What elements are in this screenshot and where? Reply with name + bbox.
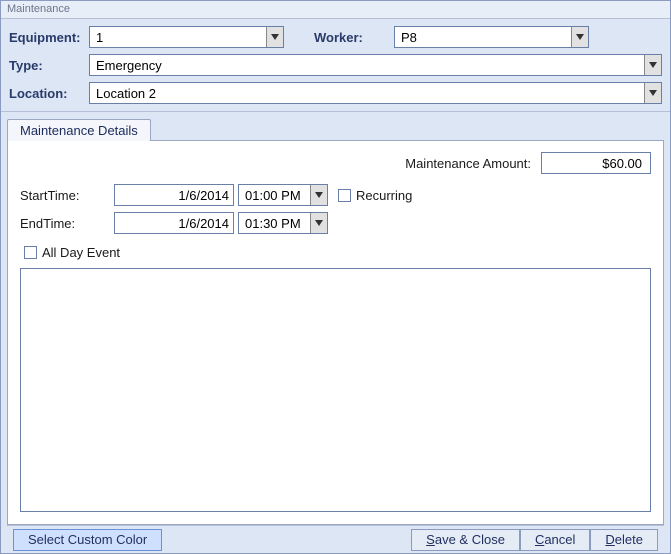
location-value: Location 2 [90, 86, 644, 101]
tab-strip: Maintenance Details [7, 116, 664, 140]
chevron-down-icon [576, 34, 584, 40]
start-time-value: 01:00 PM [239, 188, 310, 203]
tab-area: Maintenance Details Maintenance Amount: … [1, 112, 670, 553]
location-label: Location: [9, 86, 89, 101]
amount-label: Maintenance Amount: [405, 156, 531, 171]
end-date-value: 1/6/2014 [178, 216, 229, 231]
location-combo[interactable]: Location 2 [89, 82, 662, 104]
footer-bar: Select Custom Color Save & Close Cancel … [7, 525, 664, 553]
cancel-button[interactable]: Cancel [520, 529, 590, 551]
recurring-checkbox[interactable] [338, 189, 351, 202]
amount-value: $60.00 [602, 156, 642, 171]
maintenance-window: Maintenance Equipment: 1 Worker: P8 Type… [0, 0, 671, 554]
allday-label: All Day Event [42, 245, 120, 260]
worker-label: Worker: [284, 30, 394, 45]
start-date-value: 1/6/2014 [178, 188, 229, 203]
equipment-combo[interactable]: 1 [89, 26, 284, 48]
allday-checkbox[interactable] [24, 246, 37, 259]
chevron-down-icon [649, 62, 657, 68]
start-time-combo[interactable]: 01:00 PM [238, 184, 328, 206]
chevron-down-icon [315, 192, 323, 198]
endtime-label: EndTime: [20, 216, 110, 231]
end-time-value: 01:30 PM [239, 216, 310, 231]
tab-maintenance-details[interactable]: Maintenance Details [7, 119, 151, 141]
chevron-down-icon [315, 220, 323, 226]
type-dropdown-button[interactable] [644, 55, 661, 75]
equipment-dropdown-button[interactable] [266, 27, 283, 47]
recurring-label: Recurring [356, 188, 412, 203]
window-title: Maintenance [1, 1, 670, 19]
equipment-value: 1 [90, 30, 266, 45]
starttime-label: StartTime: [20, 188, 110, 203]
end-time-dropdown-button[interactable] [310, 213, 327, 233]
worker-combo[interactable]: P8 [394, 26, 589, 48]
type-label: Type: [9, 58, 89, 73]
chevron-down-icon [649, 90, 657, 96]
equipment-label: Equipment: [9, 30, 89, 45]
worker-value: P8 [395, 30, 571, 45]
worker-dropdown-button[interactable] [571, 27, 588, 47]
type-combo[interactable]: Emergency [89, 54, 662, 76]
chevron-down-icon [271, 34, 279, 40]
start-date-input[interactable]: 1/6/2014 [114, 184, 234, 206]
location-dropdown-button[interactable] [644, 83, 661, 103]
type-value: Emergency [90, 58, 644, 73]
delete-button[interactable]: Delete [590, 529, 658, 551]
select-custom-color-button[interactable]: Select Custom Color [13, 529, 162, 551]
notes-textarea[interactable] [20, 268, 651, 512]
amount-input[interactable]: $60.00 [541, 152, 651, 174]
top-form: Equipment: 1 Worker: P8 Type: Emergency [1, 19, 670, 112]
end-date-input[interactable]: 1/6/2014 [114, 212, 234, 234]
start-time-dropdown-button[interactable] [310, 185, 327, 205]
end-time-combo[interactable]: 01:30 PM [238, 212, 328, 234]
tab-body: Maintenance Amount: $60.00 StartTime: 1/… [7, 140, 664, 525]
save-close-button[interactable]: Save & Close [411, 529, 520, 551]
